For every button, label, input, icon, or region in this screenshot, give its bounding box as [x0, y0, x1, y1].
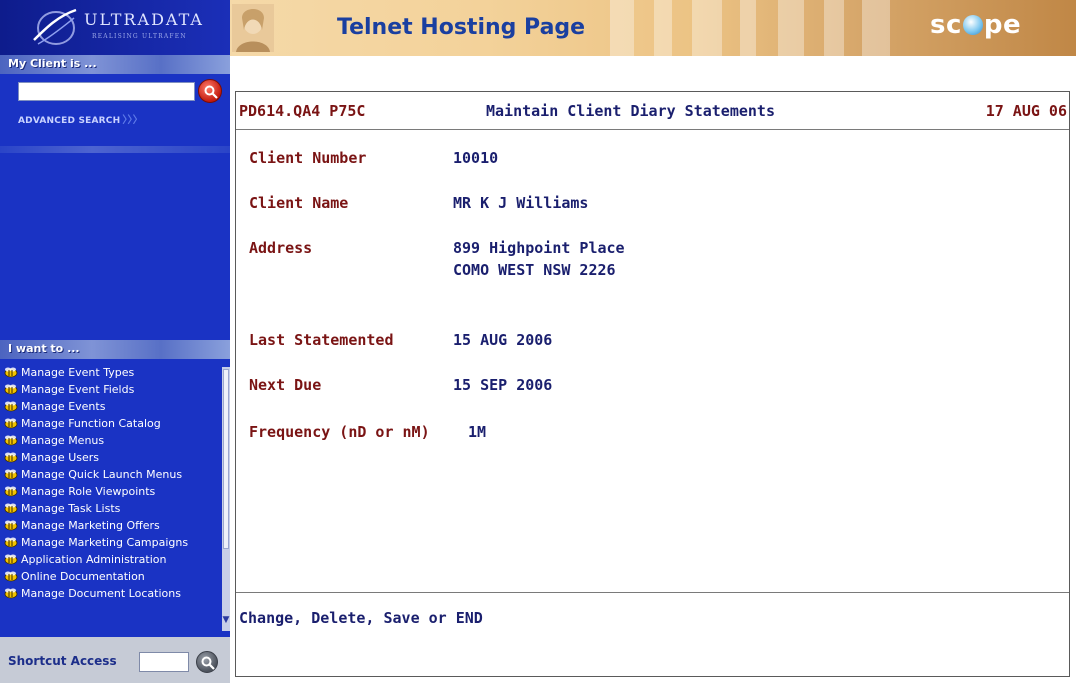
menu-item-label: Manage Quick Launch Menus: [21, 468, 183, 481]
bee-bullet-icon: [4, 452, 18, 463]
last-statemented-label: Last Statemented: [249, 331, 394, 349]
ultradata-swoosh-icon: [33, 8, 77, 45]
menu-item-label: Application Administration: [21, 553, 167, 566]
menu-item[interactable]: Manage Task Lists: [0, 503, 222, 515]
bee-bullet-icon: [4, 537, 18, 548]
shortcut-go-button[interactable]: [196, 651, 218, 673]
advanced-search-label: ADVANCED SEARCH: [18, 116, 121, 126]
bee-bullet-icon: [4, 401, 18, 412]
menu-item[interactable]: Manage Document Locations: [0, 588, 222, 600]
menu-scrollbar[interactable]: ▼: [222, 367, 230, 631]
menu-item[interactable]: Manage Quick Launch Menus: [0, 469, 222, 481]
shortcut-access-panel: Shortcut Access: [0, 637, 230, 683]
menu-item[interactable]: Online Documentation: [0, 571, 222, 583]
menu-item-label: Manage Task Lists: [21, 502, 121, 515]
shortcut-access-label: Shortcut Access: [8, 654, 117, 668]
bee-bullet-icon: [4, 469, 18, 480]
client-number-label: Client Number: [249, 149, 367, 167]
globe-icon: [962, 15, 983, 35]
frequency-label: Frequency (nD or nM): [249, 423, 430, 441]
screen-title: Maintain Client Diary Statements: [486, 102, 775, 120]
menu-item[interactable]: Application Administration: [0, 554, 222, 566]
menu-item-label: Online Documentation: [21, 570, 145, 583]
advanced-search-link[interactable]: ADVANCED SEARCH 〉〉〉: [18, 111, 143, 126]
ultradata-logo: ULTRADATA REALISING ULTRAFEN: [0, 0, 230, 55]
client-search-input[interactable]: [18, 82, 195, 101]
scroll-down-arrow-icon[interactable]: ▼: [222, 614, 230, 626]
menu-item[interactable]: Manage Menus: [0, 435, 222, 447]
logo-tagline: REALISING ULTRAFEN: [92, 33, 187, 40]
address-line-2: COMO WEST NSW 2226: [453, 261, 616, 279]
menu-item-label: Manage Events: [21, 400, 106, 413]
bee-bullet-icon: [4, 588, 18, 599]
menu-item[interactable]: Manage Events: [0, 401, 222, 413]
client-heading-label: My Client is ...: [8, 57, 97, 70]
menu-item[interactable]: Manage Marketing Offers: [0, 520, 222, 532]
menu-item-label: Manage Event Types: [21, 367, 135, 379]
client-number-value: 10010: [453, 149, 499, 167]
iwant-heading-label: I want to ...: [8, 342, 80, 355]
address-line-1: 899 Highpoint Place: [453, 239, 625, 257]
bee-bullet-icon: [4, 503, 18, 514]
menu-item[interactable]: Manage Marketing Campaigns: [0, 537, 222, 549]
menu-item-label: Manage Document Locations: [21, 587, 181, 600]
search-icon: [201, 656, 215, 670]
menu-item-label: Manage Menus: [21, 434, 105, 447]
screen-date: 17 AUG 06: [985, 102, 1067, 120]
menu-item[interactable]: Manage Function Catalog: [0, 418, 222, 430]
terminal-header-row: PD614.QA4 P75C Maintain Client Diary Sta…: [236, 92, 1069, 130]
sidebar: ULTRADATA REALISING ULTRAFEN My Client i…: [0, 0, 230, 683]
shortcut-access-input[interactable]: [139, 652, 189, 672]
brand-text-start: sc: [930, 10, 962, 40]
bee-bullet-icon: [4, 367, 18, 378]
sidebar-divider: [0, 146, 230, 153]
telnet-terminal[interactable]: PD614.QA4 P75C Maintain Client Diary Sta…: [235, 91, 1070, 677]
iwant-section-heading: I want to ...: [0, 340, 230, 359]
menu-item-label: Manage Function Catalog: [21, 417, 161, 430]
command-prompt: Change, Delete, Save or END: [239, 609, 483, 627]
menu-item-label: Manage Event Fields: [21, 383, 135, 396]
menu-item[interactable]: Manage Event Fields: [0, 384, 222, 396]
menu-item-label: Manage Users: [21, 451, 99, 464]
menu-item-label: Manage Role Viewpoints: [21, 485, 156, 498]
chevron-right-icon: 〉〉〉: [122, 115, 143, 126]
page-header: Telnet Hosting Page sc pe: [230, 0, 1076, 56]
frequency-value[interactable]: 1M: [468, 423, 486, 441]
program-code: PD614.QA4 P75C: [239, 102, 366, 120]
person-photo-icon: [232, 4, 274, 52]
bee-bullet-icon: [4, 486, 18, 497]
task-menu-list: Manage Event Types Manage Event Fields Man…: [0, 367, 222, 631]
bee-bullet-icon: [4, 435, 18, 446]
menu-item[interactable]: Manage Event Types: [0, 367, 222, 379]
client-section-heading: My Client is ...: [0, 55, 230, 74]
menu-item[interactable]: Manage Role Viewpoints: [0, 486, 222, 498]
last-statemented-value: 15 AUG 2006: [453, 331, 553, 349]
header-stripes: [610, 0, 890, 56]
page-title: Telnet Hosting Page: [337, 15, 586, 40]
search-icon: [204, 85, 218, 99]
search-button[interactable]: [198, 79, 222, 103]
brand-text-end: pe: [983, 10, 1022, 40]
menu-scroll-thumb[interactable]: [223, 369, 229, 549]
next-due-label: Next Due: [249, 376, 322, 394]
bee-bullet-icon: [4, 384, 18, 395]
logo-text: ULTRADATA: [84, 10, 204, 29]
next-due-value: 15 SEP 2006: [453, 376, 553, 394]
address-label: Address: [249, 239, 313, 257]
menu-item-label: Manage Marketing Offers: [21, 519, 160, 532]
bee-bullet-icon: [4, 520, 18, 531]
menu-item[interactable]: Manage Users: [0, 452, 222, 464]
bee-bullet-icon: [4, 571, 18, 582]
client-name-value: MR K J Williams: [453, 194, 589, 212]
scope-logo: sc pe: [930, 10, 1021, 40]
bee-bullet-icon: [4, 554, 18, 565]
terminal-divider: [236, 592, 1069, 593]
bee-bullet-icon: [4, 418, 18, 429]
client-name-label: Client Name: [249, 194, 349, 212]
menu-item-label: Manage Marketing Campaigns: [21, 536, 189, 549]
